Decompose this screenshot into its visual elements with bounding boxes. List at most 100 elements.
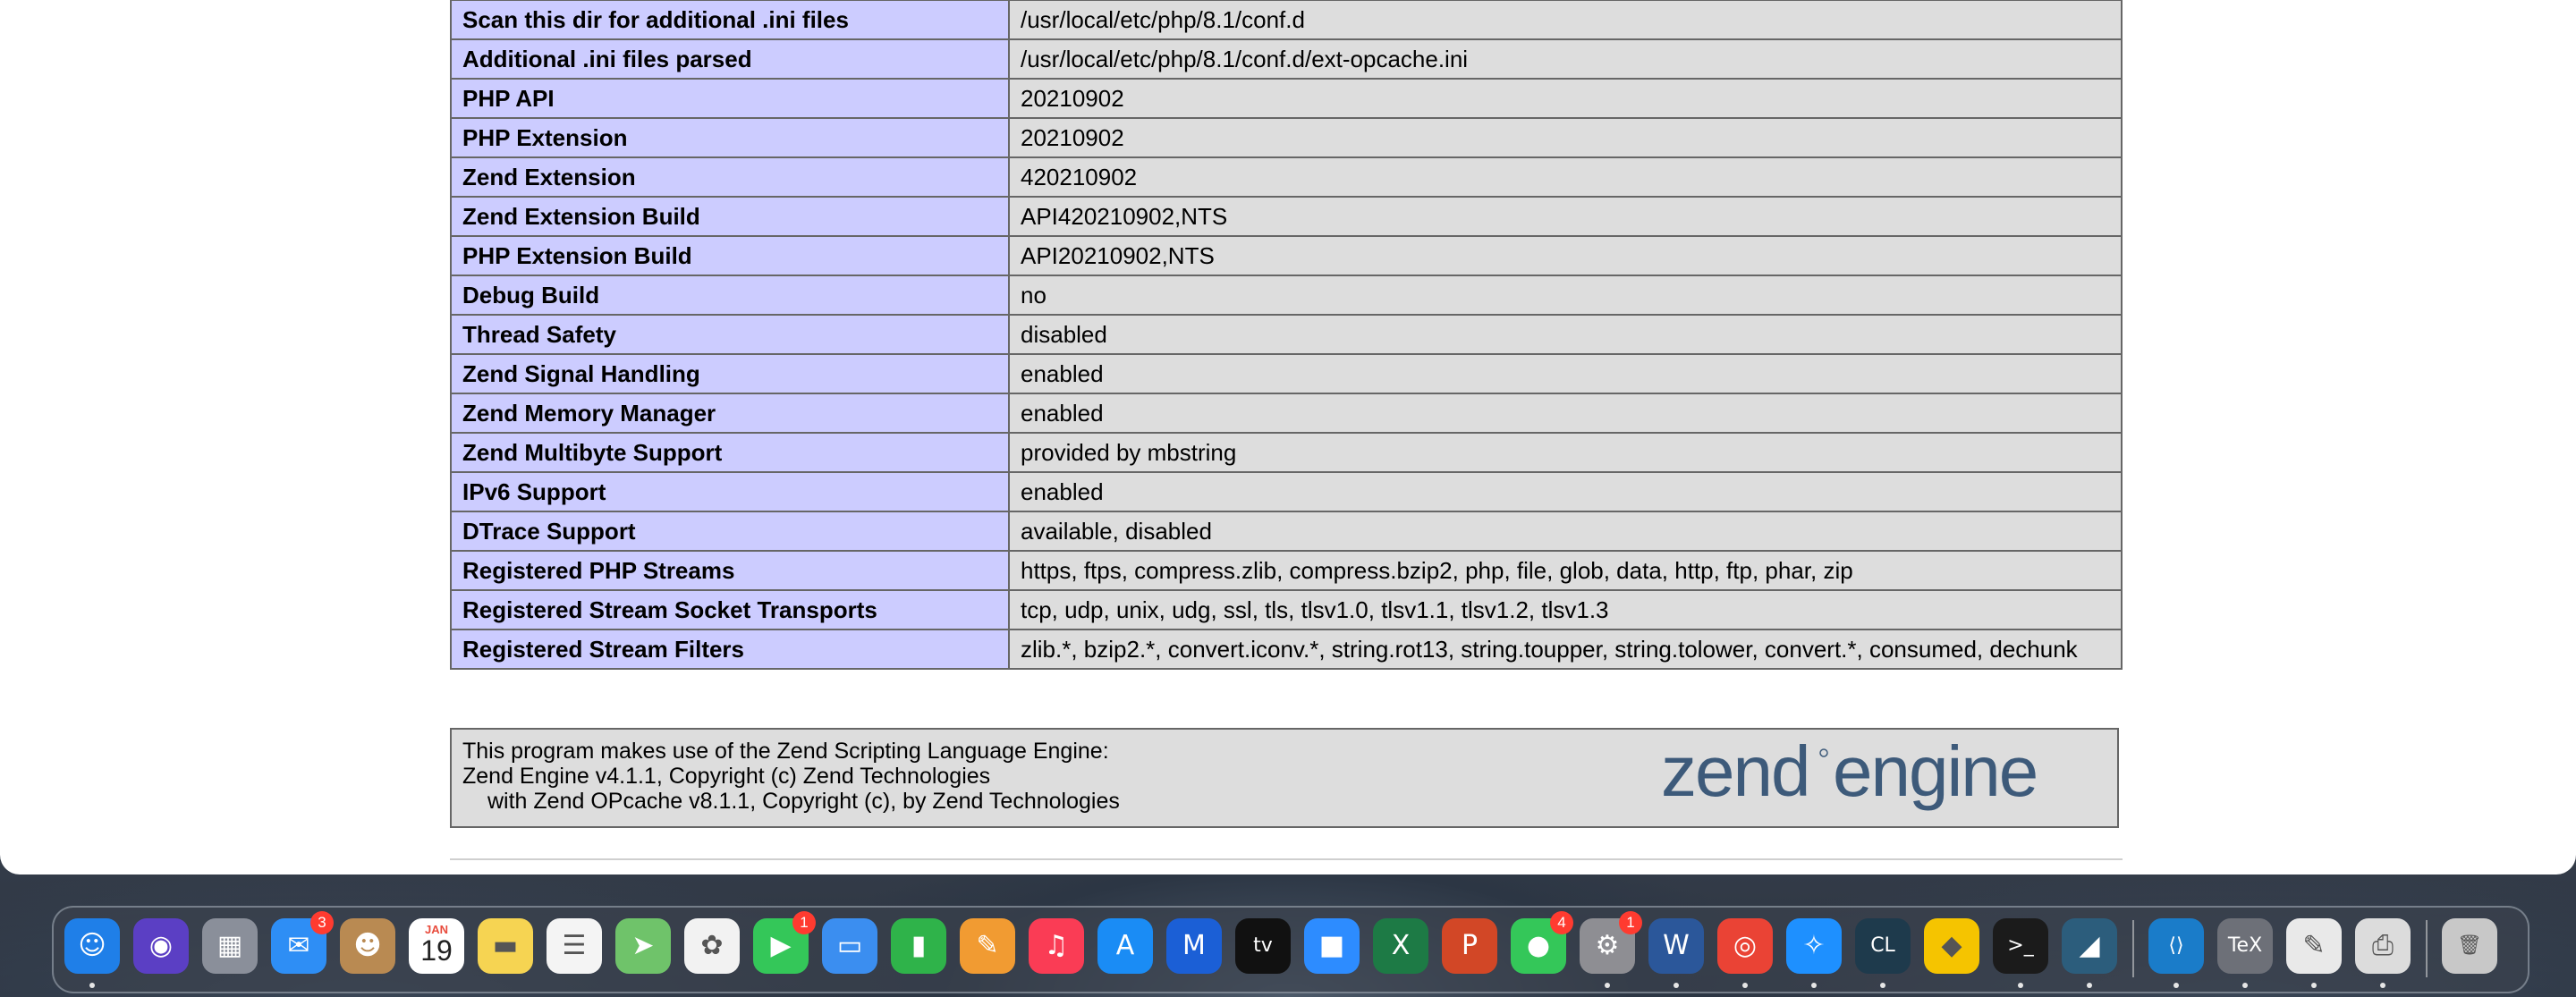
php-config-table: Scan this dir for additional .ini files /… — [450, 0, 2123, 670]
row-value: 20210902 — [1008, 117, 2123, 158]
clion-icon[interactable]: CL — [1855, 918, 1911, 988]
row-value: /usr/local/etc/php/8.1/conf.d — [1008, 0, 2123, 40]
running-indicator — [2311, 983, 2317, 988]
calendar-icon[interactable]: JAN 19 — [409, 918, 464, 974]
powerpoint-icon[interactable]: P — [1442, 918, 1497, 974]
printer-glyph: ⎙ — [2372, 930, 2394, 961]
row-value: /usr/local/etc/php/8.1/conf.d/ext-opcach… — [1008, 38, 2123, 80]
siri-icon[interactable]: ◉ — [133, 918, 189, 974]
running-indicator — [1880, 983, 1885, 988]
app-store-glyph: A — [1115, 930, 1135, 961]
table-row: Registered Stream Filters zlib.*, bzip2.*… — [450, 629, 2123, 670]
running-indicator — [1674, 983, 1679, 988]
vpn-glyph: M — [1182, 930, 1206, 961]
app-store-icon[interactable]: A — [1097, 918, 1153, 974]
tex-icon[interactable]: TeX — [2217, 918, 2273, 988]
page-divider — [450, 858, 2123, 860]
apple-tv-icon[interactable]: tv — [1235, 918, 1291, 974]
credits-line-3: with Zend OPcache v8.1.1, Copyright (c),… — [487, 789, 1120, 814]
notification-badge: 3 — [310, 911, 334, 934]
running-indicator — [1742, 983, 1748, 988]
row-label: Registered Stream Socket Transports — [450, 589, 1010, 630]
running-indicator — [2380, 983, 2385, 988]
table-row: Registered Stream Socket Transports tcp, … — [450, 589, 2123, 630]
vscode-glyph: ⟨⟩ — [2168, 934, 2184, 957]
facetime-icon[interactable]: ▶ 1 — [753, 911, 816, 974]
row-label: Zend Extension — [450, 156, 1010, 198]
table-row: Zend Signal Handling enabled — [450, 353, 2123, 394]
reminders-icon[interactable]: ☰ — [547, 918, 602, 974]
contacts-icon[interactable]: ☻ — [340, 918, 395, 974]
trash-icon[interactable]: 🗑 — [2442, 918, 2497, 974]
row-label: Zend Signal Handling — [450, 353, 1010, 394]
table-row: Debug Build no — [450, 275, 2123, 316]
mail-glyph: ✉ — [287, 930, 310, 961]
pages-icon[interactable]: ✎ — [960, 918, 1015, 974]
cyberduck-icon[interactable]: ◆ — [1924, 918, 1979, 974]
table-row: Zend Extension 420210902 — [450, 156, 2123, 198]
row-label: Registered Stream Filters — [450, 629, 1010, 670]
calendar-day: 19 — [420, 934, 453, 967]
system-settings-icon[interactable]: ⚙ 1 — [1580, 911, 1642, 988]
mail-icon[interactable]: ✉ 3 — [271, 911, 334, 974]
messages-icon[interactable]: ● 4 — [1511, 911, 1573, 974]
row-value: 20210902 — [1008, 78, 2123, 119]
safari-icon[interactable]: ✧ — [1786, 918, 1842, 988]
textedit-icon[interactable]: ✎ — [2286, 918, 2342, 988]
running-indicator — [2087, 983, 2092, 988]
row-value: tcp, udp, unix, udg, ssl, tls, tlsv1.0, … — [1008, 589, 2123, 630]
keynote-glyph: ▭ — [836, 930, 863, 961]
chrome-icon[interactable]: ◎ — [1717, 918, 1773, 988]
vscode-icon[interactable]: ⟨⟩ — [2148, 918, 2204, 988]
table-row: Additional .ini files parsed/usr/local/e… — [450, 38, 2123, 80]
printer-icon[interactable]: ⎙ — [2355, 918, 2411, 988]
keynote-icon[interactable]: ▭ — [822, 918, 877, 974]
row-value: API20210902,NTS — [1008, 235, 2123, 276]
macos-dock: ☺ ◉ ▦ ✉ 3 ☻ JAN 19 ▬ ☰ ➤ ✿ ▶ 1 ▭ ▮ ✎ ♫ A Mtv ■ X P ● 4 ⚙ 1 W ◎ ✧ CL ◆ >_… — [52, 906, 2529, 993]
excel-icon[interactable]: X — [1373, 918, 1428, 974]
numbers-icon[interactable]: ▮ — [891, 918, 946, 974]
running-indicator — [2242, 983, 2248, 988]
word-glyph: W — [1663, 930, 1690, 961]
numbers-glyph: ▮ — [911, 930, 927, 961]
table-row: DTrace Support available, disabled — [450, 511, 2123, 552]
notification-badge: 1 — [792, 911, 816, 934]
credits-line-1: This program makes use of the Zend Scrip… — [462, 739, 1109, 764]
finder-glyph: ☺ — [78, 930, 106, 961]
maps-icon[interactable]: ➤ — [615, 918, 671, 974]
row-value: API420210902,NTS — [1008, 196, 2123, 237]
row-label: PHP Extension Build — [450, 235, 1010, 276]
table-row: PHP API 20210902 — [450, 78, 2123, 119]
row-value: 420210902 — [1008, 156, 2123, 198]
table-row: Zend Multibyte Support provided by mbstri… — [450, 432, 2123, 473]
pages-glyph: ✎ — [976, 930, 999, 961]
finder-icon[interactable]: ☺ — [64, 918, 120, 988]
row-label: PHP Extension — [450, 117, 1010, 158]
zoom-icon[interactable]: ■ — [1304, 918, 1360, 974]
table-row: PHP Extension 20210902 — [450, 117, 2123, 158]
zend-engine-logo: zend engine — [1661, 735, 2038, 811]
excel-glyph: X — [1391, 930, 1411, 961]
terminal-icon[interactable]: >_ — [1993, 918, 2048, 988]
row-value: enabled — [1008, 471, 2123, 512]
row-value: disabled — [1008, 314, 2123, 355]
row-label: Thread Safety — [450, 314, 1010, 355]
notes-icon[interactable]: ▬ — [478, 918, 533, 974]
powerpoint-glyph: P — [1461, 930, 1479, 961]
music-icon[interactable]: ♫ — [1029, 918, 1084, 974]
row-label: Registered PHP Streams — [450, 550, 1010, 591]
textedit-glyph: ✎ — [2302, 930, 2326, 961]
word-icon[interactable]: W — [1648, 918, 1704, 988]
running-indicator — [2174, 983, 2179, 988]
vpn-icon[interactable]: M — [1166, 918, 1222, 974]
photos-glyph: ✿ — [700, 930, 724, 961]
photos-icon[interactable]: ✿ — [684, 918, 740, 974]
launchpad-icon[interactable]: ▦ — [202, 918, 258, 974]
notification-badge: 1 — [1619, 911, 1642, 934]
reminders-glyph: ☰ — [562, 930, 587, 961]
row-value: zlib.*, bzip2.*, convert.iconv.*, string… — [1008, 629, 2123, 670]
running-indicator — [2018, 983, 2023, 988]
mysql-workbench-icon[interactable]: ◢ — [2062, 918, 2117, 988]
row-label: Zend Memory Manager — [450, 393, 1010, 434]
safari-glyph: ✧ — [1802, 930, 1826, 961]
